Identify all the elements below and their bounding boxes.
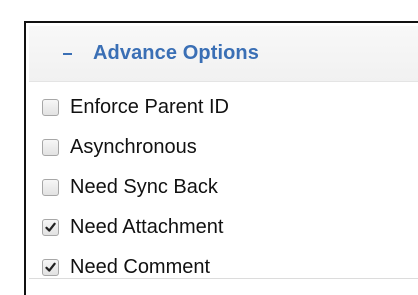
option-asynchronous[interactable]: Asynchronous <box>42 127 229 167</box>
checkmark-icon <box>45 222 56 232</box>
option-need-attachment[interactable]: Need Attachment <box>42 207 229 247</box>
need-sync-back-label: Need Sync Back <box>70 175 218 198</box>
bottom-divider <box>29 278 418 279</box>
asynchronous-checkbox[interactable] <box>42 138 59 156</box>
panel-header[interactable]: Advance Options <box>29 26 418 82</box>
need-sync-back-checkbox[interactable] <box>42 178 59 196</box>
advance-options-panel: Advance Options Enforce Parent ID Asynch… <box>24 21 418 295</box>
enforce-parent-id-label: Enforce Parent ID <box>70 95 229 118</box>
option-enforce-parent-id[interactable]: Enforce Parent ID <box>42 87 229 127</box>
enforce-parent-id-checkbox[interactable] <box>42 98 59 116</box>
minus-icon[interactable] <box>62 52 72 55</box>
need-attachment-label: Need Attachment <box>70 215 224 238</box>
option-need-sync-back[interactable]: Need Sync Back <box>42 167 229 207</box>
need-comment-label: Need Comment <box>70 255 211 278</box>
options-list: Enforce Parent ID Asynchronous Need Sync… <box>42 87 229 287</box>
checkmark-icon <box>45 262 56 272</box>
need-comment-checkbox[interactable] <box>42 258 59 276</box>
asynchronous-label: Asynchronous <box>70 135 197 158</box>
need-attachment-checkbox[interactable] <box>42 218 59 236</box>
panel-title: Advance Options <box>93 42 259 64</box>
option-need-comment[interactable]: Need Comment <box>42 247 229 287</box>
